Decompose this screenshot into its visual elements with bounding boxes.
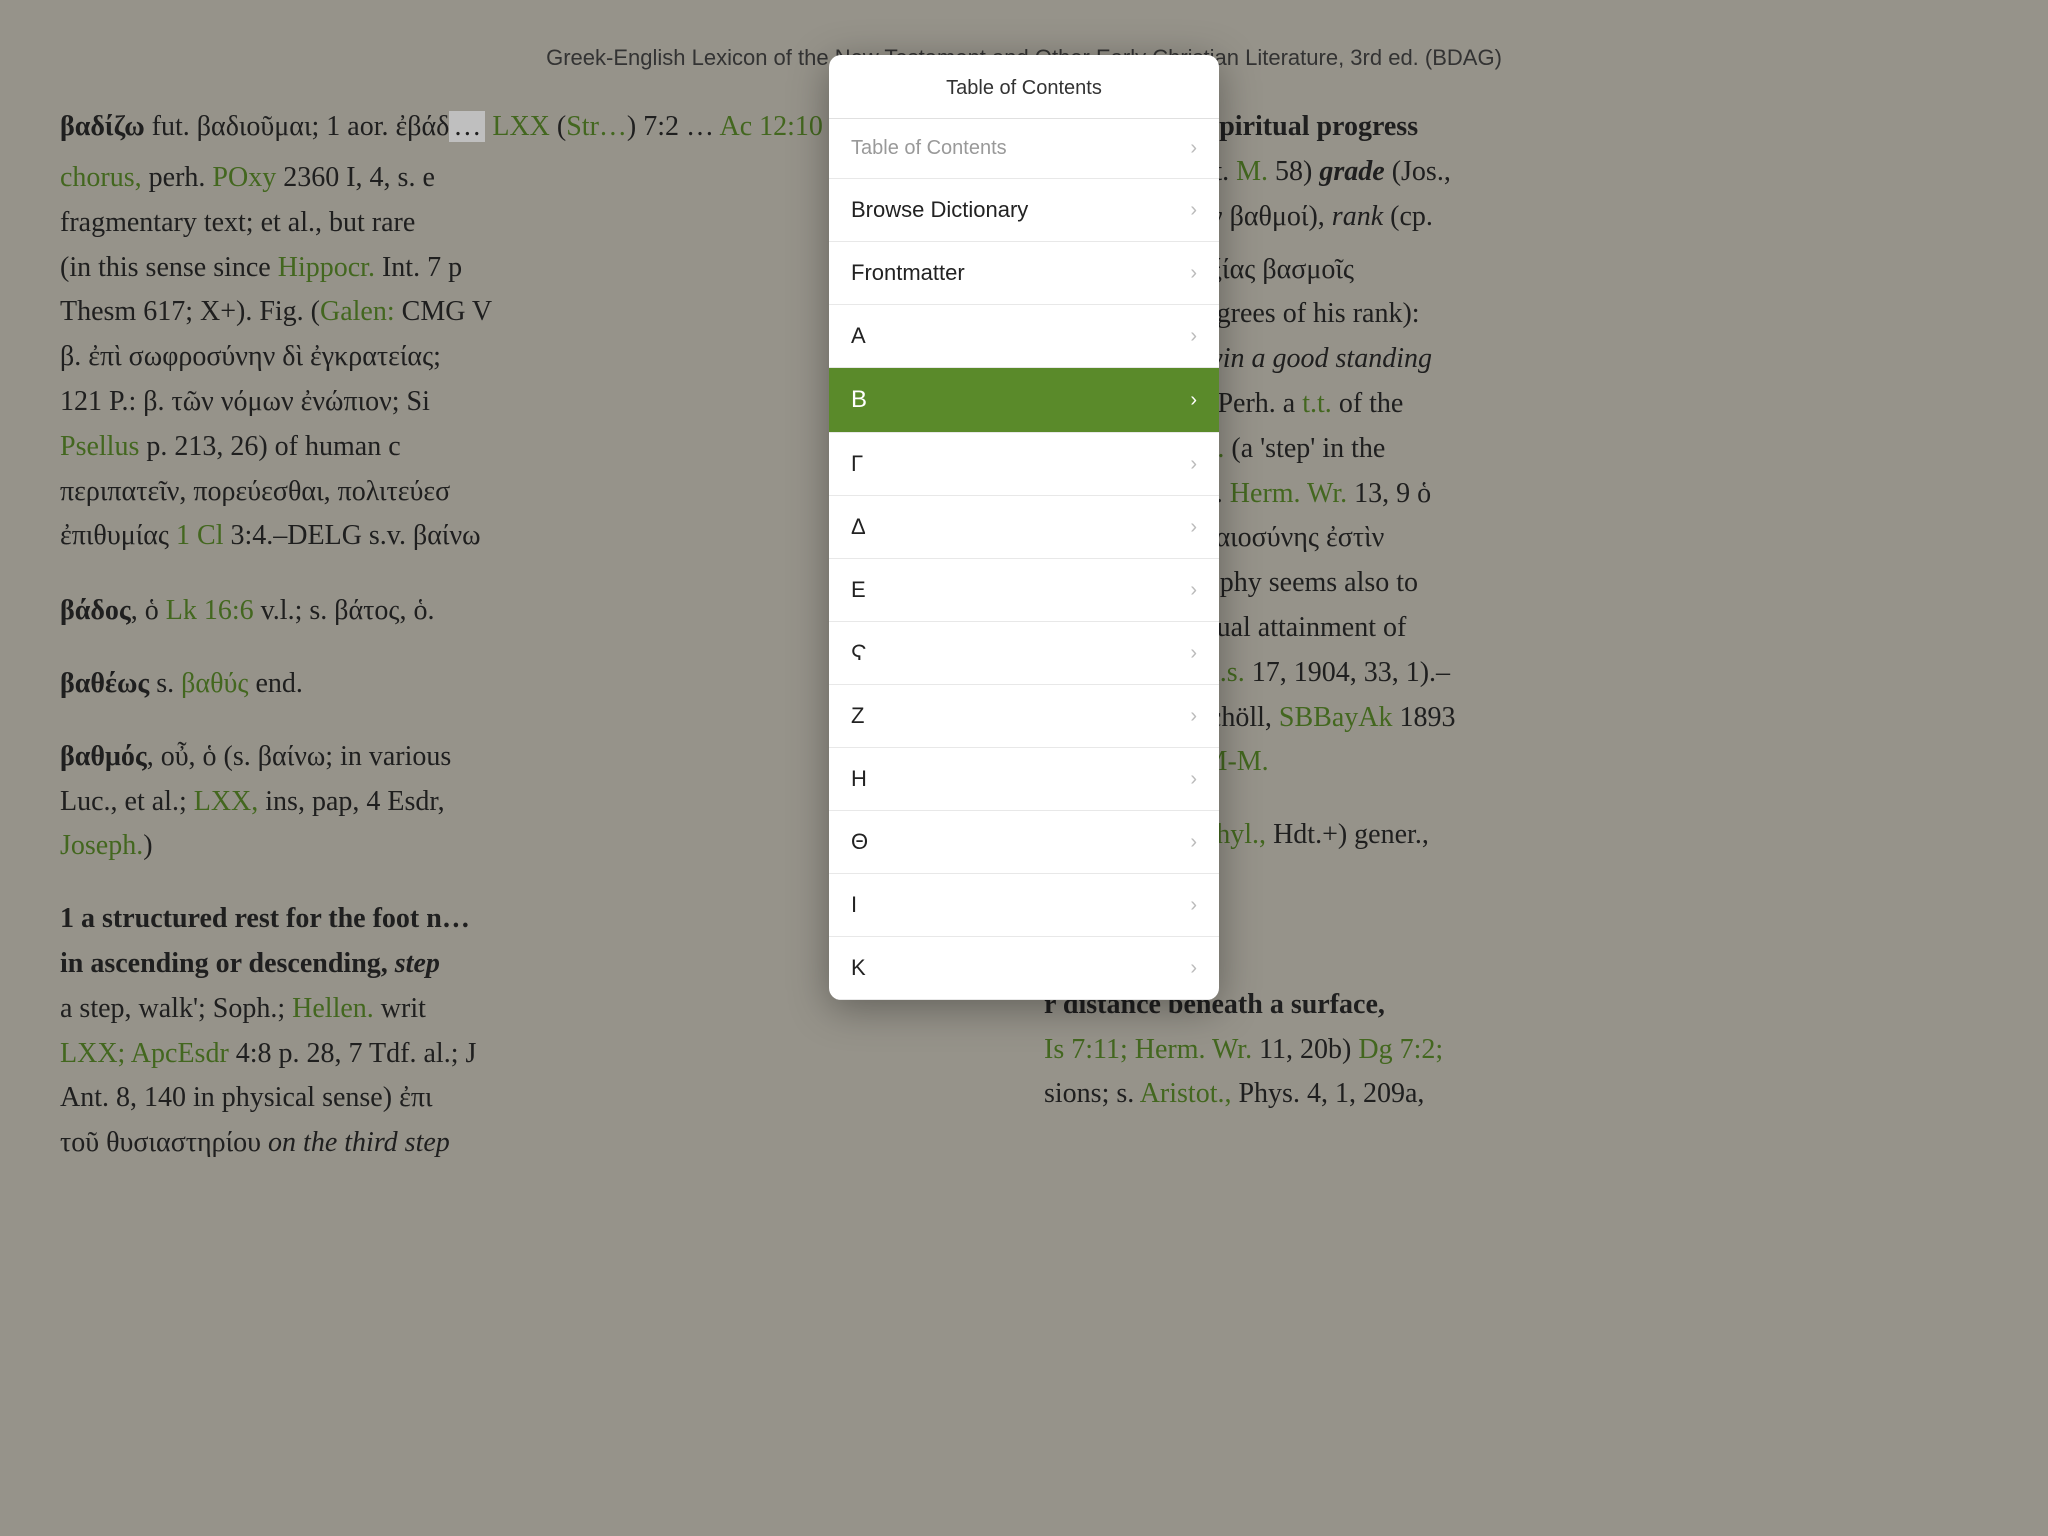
toc-label-st: Ϛ bbox=[851, 640, 867, 666]
toc-item-h[interactable]: Η› bbox=[829, 748, 1219, 811]
toc-chevron-e: › bbox=[1190, 579, 1197, 602]
toc-label-h: Η bbox=[851, 766, 867, 792]
toc-row-i: Ι› bbox=[829, 874, 1219, 936]
toc-row-frontmatter: Frontmatter › bbox=[829, 242, 1219, 304]
toc-label-g: Γ bbox=[851, 451, 863, 477]
toc-chevron-frontmatter: › bbox=[1190, 262, 1197, 285]
toc-row-st: Ϛ› bbox=[829, 622, 1219, 684]
toc-list: Table of Contents›Browse Dictionary›Fron… bbox=[829, 119, 1219, 1000]
toc-item-i[interactable]: Ι› bbox=[829, 874, 1219, 937]
toc-row-k: Κ› bbox=[829, 937, 1219, 999]
toc-chevron-z: › bbox=[1190, 705, 1197, 728]
toc-item-frontmatter[interactable]: Frontmatter › bbox=[829, 242, 1219, 305]
toc-item-toc[interactable]: Table of Contents › bbox=[829, 119, 1219, 179]
toc-chevron-b: › bbox=[1190, 389, 1197, 412]
toc-chevron-th: › bbox=[1190, 831, 1197, 854]
toc-item-a[interactable]: A› bbox=[829, 305, 1219, 368]
toc-item-k[interactable]: Κ› bbox=[829, 937, 1219, 1000]
toc-row-a: A› bbox=[829, 305, 1219, 367]
toc-item-st[interactable]: Ϛ› bbox=[829, 622, 1219, 685]
toc-chevron-st: › bbox=[1190, 642, 1197, 665]
toc-row-toc: Table of Contents › bbox=[829, 119, 1219, 178]
toc-label-z: Ζ bbox=[851, 703, 864, 729]
toc-item-b[interactable]: B› bbox=[829, 368, 1219, 433]
toc-item-browse[interactable]: Browse Dictionary › bbox=[829, 179, 1219, 242]
toc-chevron-h: › bbox=[1190, 768, 1197, 791]
toc-chevron-a: › bbox=[1190, 325, 1197, 348]
toc-item-th[interactable]: Θ› bbox=[829, 811, 1219, 874]
toc-label-frontmatter: Frontmatter bbox=[851, 260, 965, 286]
table-of-contents-modal: Table of Contents Table of Contents›Brow… bbox=[829, 55, 1219, 1000]
toc-chevron-g: › bbox=[1190, 453, 1197, 476]
toc-label-i: Ι bbox=[851, 892, 857, 918]
toc-row-b: B› bbox=[829, 368, 1219, 432]
toc-chevron-browse: › bbox=[1190, 199, 1197, 222]
toc-row-browse: Browse Dictionary › bbox=[829, 179, 1219, 241]
toc-row-h: Η› bbox=[829, 748, 1219, 810]
toc-item-d[interactable]: Δ› bbox=[829, 496, 1219, 559]
toc-item-z[interactable]: Ζ› bbox=[829, 685, 1219, 748]
toc-label-d: Δ bbox=[851, 514, 866, 540]
toc-chevron-k: › bbox=[1190, 957, 1197, 980]
toc-chevron-i: › bbox=[1190, 894, 1197, 917]
toc-label-e: Ε bbox=[851, 577, 866, 603]
toc-label-k: Κ bbox=[851, 955, 866, 981]
toc-chevron-toc: › bbox=[1190, 137, 1197, 160]
toc-item-g[interactable]: Γ› bbox=[829, 433, 1219, 496]
toc-label-b: B bbox=[851, 386, 867, 414]
toc-row-e: Ε› bbox=[829, 559, 1219, 621]
toc-label-toc: Table of Contents bbox=[851, 137, 1007, 160]
toc-row-d: Δ› bbox=[829, 496, 1219, 558]
toc-row-g: Γ› bbox=[829, 433, 1219, 495]
toc-chevron-d: › bbox=[1190, 516, 1197, 539]
toc-label-th: Θ bbox=[851, 829, 868, 855]
toc-label-a: A bbox=[851, 323, 866, 349]
toc-item-e[interactable]: Ε› bbox=[829, 559, 1219, 622]
toc-row-th: Θ› bbox=[829, 811, 1219, 873]
modal-header: Table of Contents bbox=[829, 55, 1219, 119]
toc-label-browse: Browse Dictionary bbox=[851, 197, 1028, 223]
toc-row-z: Ζ› bbox=[829, 685, 1219, 747]
